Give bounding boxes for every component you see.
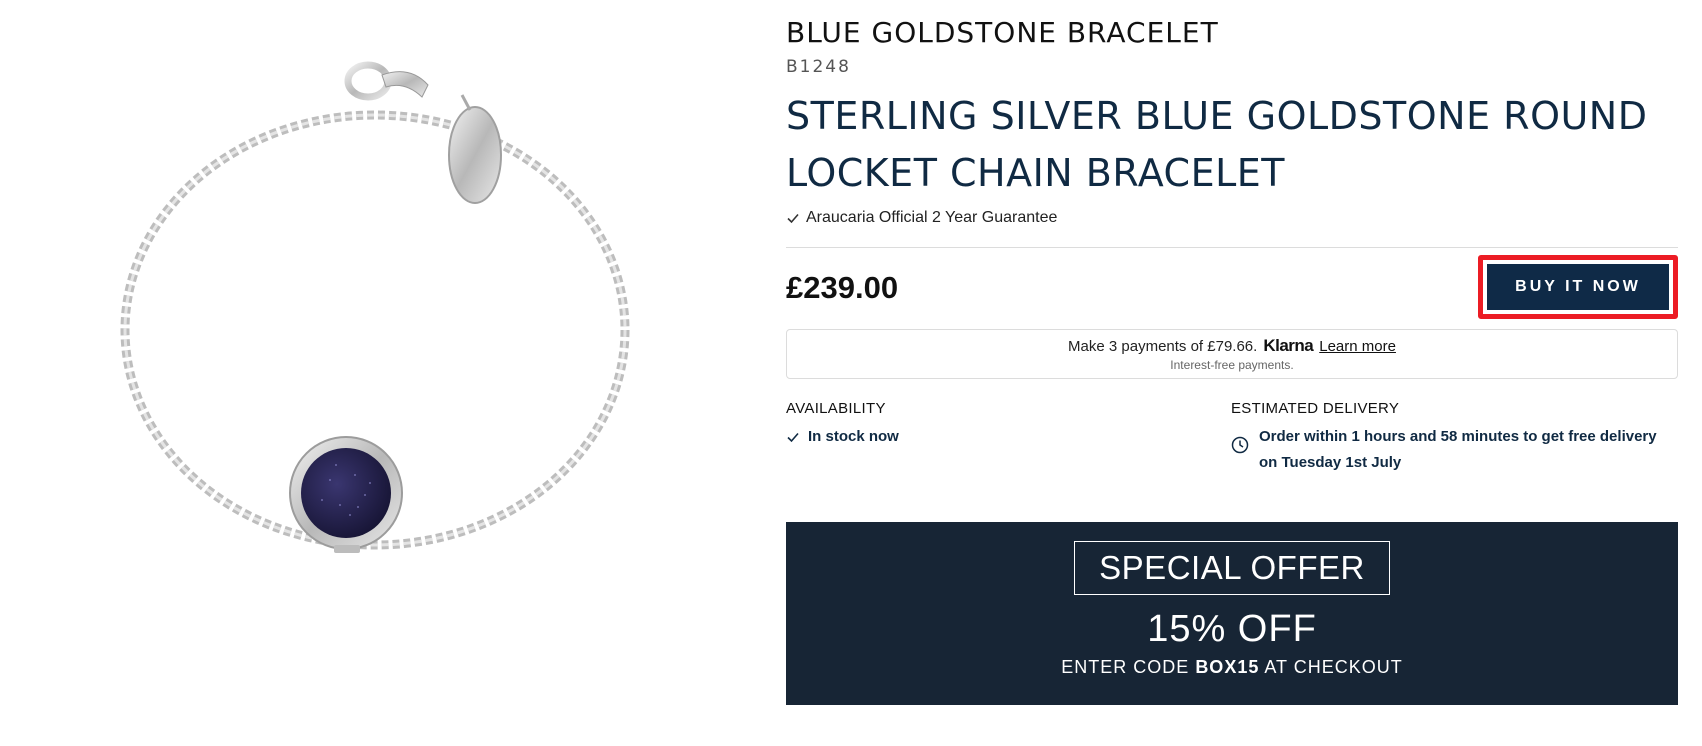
offer-heading: SPECIAL OFFER <box>1074 541 1390 595</box>
klarna-logo: Klarna <box>1263 336 1314 355</box>
divider <box>786 247 1678 248</box>
delivery-message: Order within 1 hours and 58 minutes to g… <box>1259 428 1657 471</box>
delivery-info: Order within 1 hours and 58 minutes to g… <box>1231 424 1678 476</box>
klarna-subtext: Interest-free payments. <box>1170 358 1294 372</box>
klarna-payment-text: Make 3 payments of £79.66. <box>1068 338 1258 355</box>
special-offer-banner: SPECIAL OFFER 15% OFF ENTER CODE BOX15 A… <box>786 522 1678 705</box>
clock-icon <box>1231 436 1249 454</box>
offer-code-prefix: ENTER CODE <box>1061 657 1190 677</box>
product-sku: B1248 <box>786 57 851 77</box>
check-icon <box>787 432 799 442</box>
offer-discount: 15% OFF <box>1147 608 1317 650</box>
product-title: STERLING SILVER BLUE GOLDSTONE ROUND LOC… <box>786 94 1648 195</box>
buy-button-highlight: BUY IT NOW <box>1478 255 1678 319</box>
offer-code: BOX15 <box>1195 657 1260 677</box>
product-price: £239.00 <box>786 270 899 305</box>
check-icon <box>787 213 799 224</box>
stock-status-text: In stock now <box>808 428 899 445</box>
guarantee-text: Araucaria Official 2 Year Guarantee <box>806 209 1058 226</box>
availability-label: AVAILABILITY <box>786 400 886 417</box>
stock-status: In stock now <box>786 428 1226 445</box>
product-image[interactable] <box>110 55 640 615</box>
offer-code-line: ENTER CODE BOX15 AT CHECKOUT <box>786 657 1678 678</box>
availability-section: AVAILABILITY In stock now <box>786 400 1226 445</box>
klarna-banner: Make 3 payments of £79.66. Klarna Learn … <box>786 329 1678 379</box>
buy-it-now-button[interactable]: BUY IT NOW <box>1487 264 1669 310</box>
bracelet-icon <box>120 61 630 553</box>
delivery-section: ESTIMATED DELIVERY Order within 1 hours … <box>1231 400 1678 476</box>
offer-code-suffix: AT CHECKOUT <box>1264 657 1403 677</box>
delivery-label: ESTIMATED DELIVERY <box>1231 400 1400 417</box>
collection-title: BLUE GOLDSTONE BRACELET <box>786 16 1219 49</box>
guarantee-line: Araucaria Official 2 Year Guarantee <box>786 209 1057 227</box>
klarna-learn-more-link[interactable]: Learn more <box>1319 338 1396 355</box>
